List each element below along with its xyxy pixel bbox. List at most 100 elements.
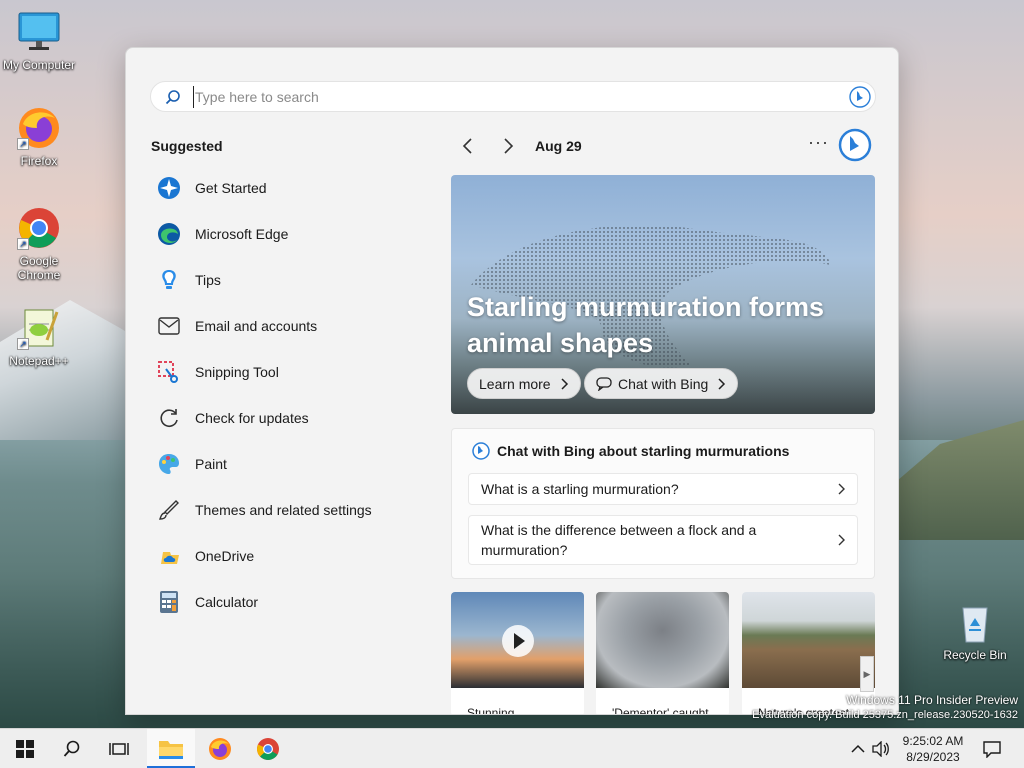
suggested-item-microsoft-edge[interactable]: Microsoft Edge [156, 211, 436, 257]
bing-question-2[interactable]: What is the difference between a flock a… [468, 515, 858, 565]
suggested-item-get-started[interactable]: Get Started [156, 165, 436, 211]
folder-icon [159, 741, 183, 759]
mail-icon [156, 313, 182, 339]
news-date: Aug 29 [535, 138, 582, 154]
search-box[interactable] [150, 81, 876, 112]
desktop-icon-firefox[interactable]: ↗ Firefox [1, 106, 77, 168]
shortcut-arrow-icon: ↗ [17, 138, 29, 150]
suggested-item-label: Get Started [195, 180, 267, 196]
bing-icon[interactable] [849, 86, 871, 108]
suggested-item-label: Snipping Tool [195, 364, 279, 380]
suggested-list: Get Started Microsoft Edge Tips Email an… [156, 165, 436, 625]
news-card-image [596, 592, 729, 688]
file-explorer-button[interactable] [155, 733, 187, 765]
news-card-2[interactable]: 'Dementor' caught [596, 592, 729, 715]
start-button[interactable] [9, 733, 41, 765]
search-icon [165, 90, 180, 105]
chevron-right-icon [838, 483, 845, 495]
chrome-icon: ↗ [17, 206, 61, 250]
news-nav: Aug 29 ··· [456, 128, 876, 162]
bing-chat-card: Chat with Bing about starling murmuratio… [451, 428, 875, 579]
news-card-image [742, 592, 875, 688]
edge-icon [156, 221, 182, 247]
start-menu: Suggested Get Started Microsoft Edge Tip… [125, 47, 899, 715]
get-started-icon [156, 175, 182, 201]
task-view-button[interactable] [103, 733, 135, 765]
next-button[interactable] [498, 136, 518, 156]
shortcut-arrow-icon: ↗ [17, 338, 29, 350]
chevron-up-icon [851, 744, 865, 753]
taskbar-clock[interactable]: 9:25:02 AM 8/29/2023 [890, 733, 976, 765]
tips-icon [156, 267, 182, 293]
chevron-left-icon [462, 138, 472, 154]
desktop-icon-label: My Computer [2, 58, 76, 72]
notepadpp-icon: ↗ [17, 306, 61, 350]
search-icon [63, 740, 80, 757]
suggested-item-snipping-tool[interactable]: Snipping Tool [156, 349, 436, 395]
snipping-tool-icon [156, 359, 182, 385]
suggested-item-paint[interactable]: Paint [156, 441, 436, 487]
chrome-icon [257, 738, 279, 760]
notifications-button[interactable] [976, 733, 1008, 765]
suggested-item-calculator[interactable]: Calculator [156, 579, 436, 625]
task-view-icon [109, 743, 129, 755]
news-card-image [451, 592, 584, 688]
taskbar-firefox-button[interactable] [204, 733, 236, 765]
refresh-icon [156, 405, 182, 431]
more-options-button[interactable]: ··· [808, 132, 829, 153]
search-input[interactable] [193, 86, 793, 108]
suggested-item-label: Email and accounts [195, 318, 318, 334]
taskbar-chrome-button[interactable] [252, 733, 284, 765]
taskbar-search-button[interactable] [56, 733, 88, 765]
suggested-item-label: Calculator [195, 594, 259, 610]
suggested-item-themes[interactable]: Themes and related settings [156, 487, 436, 533]
calculator-icon [156, 589, 182, 615]
desktop-icon-label: Firefox [20, 154, 58, 168]
firefox-icon: ↗ [17, 106, 61, 150]
desktop-icon-recycle-bin[interactable]: Recycle Bin [937, 600, 1013, 662]
hero-card[interactable]: Starling murmuration forms animal shapes… [451, 175, 875, 414]
chevron-right-icon [561, 377, 568, 390]
brush-icon [156, 497, 182, 523]
bing-chat-card-title-text: Chat with Bing about starling murmuratio… [497, 443, 790, 459]
shortcut-arrow-icon: ↗ [17, 238, 29, 250]
desktop-icon-label: Recycle Bin [943, 648, 1007, 662]
wallpaper-hill [884, 420, 1024, 540]
desktop-icon-chrome[interactable]: ↗ Google Chrome [1, 206, 77, 282]
bing-chat-icon[interactable] [838, 128, 872, 162]
desktop-icon-notepadpp[interactable]: ↗ Notepad++ [1, 306, 77, 368]
bing-icon [472, 442, 490, 460]
chevron-right-icon [718, 377, 726, 390]
speaker-icon [872, 741, 889, 757]
suggested-item-label: Paint [195, 456, 227, 472]
suggested-item-check-updates[interactable]: Check for updates [156, 395, 436, 441]
play-icon [502, 625, 534, 657]
clock-date: 8/29/2023 [906, 750, 960, 764]
desktop-icon-my-computer[interactable]: My Computer [1, 10, 77, 72]
learn-more-label: Learn more [479, 375, 551, 392]
suggested-item-label: Microsoft Edge [195, 226, 289, 242]
bing-question-text: What is a starling murmuration? [481, 481, 679, 497]
bing-question-text: What is the difference between a flock a… [481, 522, 757, 558]
previous-button[interactable] [458, 136, 478, 156]
suggested-item-label: Tips [195, 272, 221, 288]
scroll-right-button[interactable]: ▶ [860, 656, 874, 692]
chat-with-bing-button[interactable]: Chat with Bing [584, 368, 739, 399]
news-card-caption: Stunning [467, 706, 515, 715]
suggested-item-email-accounts[interactable]: Email and accounts [156, 303, 436, 349]
suggested-item-tips[interactable]: Tips [156, 257, 436, 303]
learn-more-button[interactable]: Learn more [467, 368, 581, 399]
chevron-right-icon [838, 534, 845, 546]
suggested-heading: Suggested [151, 138, 223, 154]
notification-icon [983, 741, 1001, 758]
suggested-item-onedrive[interactable]: OneDrive [156, 533, 436, 579]
build-watermark: Windows 11 Pro Insider Preview Evaluatio… [752, 693, 1018, 723]
news-card-1[interactable]: Stunning [451, 592, 584, 715]
suggested-item-label: Check for updates [195, 410, 309, 426]
taskbar: 9:25:02 AM 8/29/2023 [0, 728, 1024, 768]
bing-question-1[interactable]: What is a starling murmuration? [468, 473, 858, 505]
paint-icon [156, 451, 182, 477]
watermark-line-2: Evaluation copy. Build 25375.zn_release.… [752, 709, 1018, 721]
bing-chat-card-title: Chat with Bing about starling murmuratio… [472, 442, 789, 460]
news-card-caption: 'Dementor' caught [612, 706, 709, 715]
